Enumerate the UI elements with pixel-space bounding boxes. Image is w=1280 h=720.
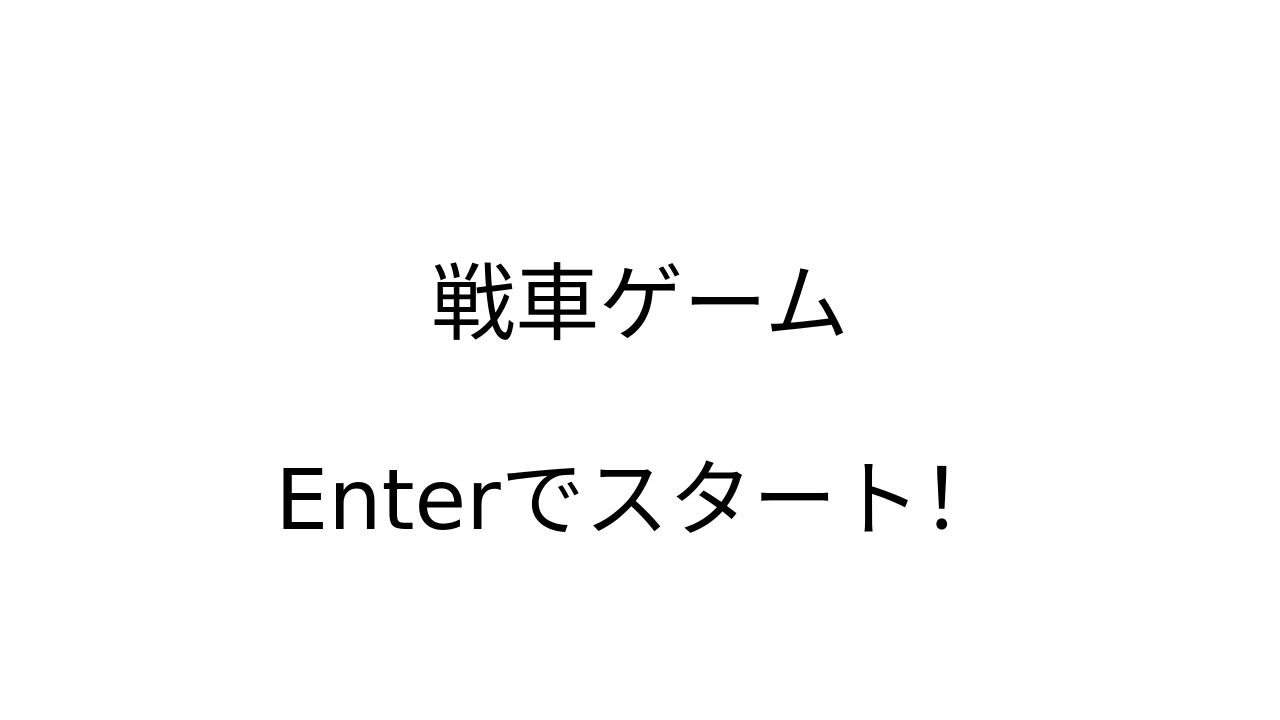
start-prompt: Enterでスタート！ xyxy=(275,451,1005,549)
title-screen[interactable]: 戦車ゲーム Enterでスタート！ xyxy=(0,0,1280,720)
game-title: 戦車ゲーム xyxy=(431,255,849,353)
